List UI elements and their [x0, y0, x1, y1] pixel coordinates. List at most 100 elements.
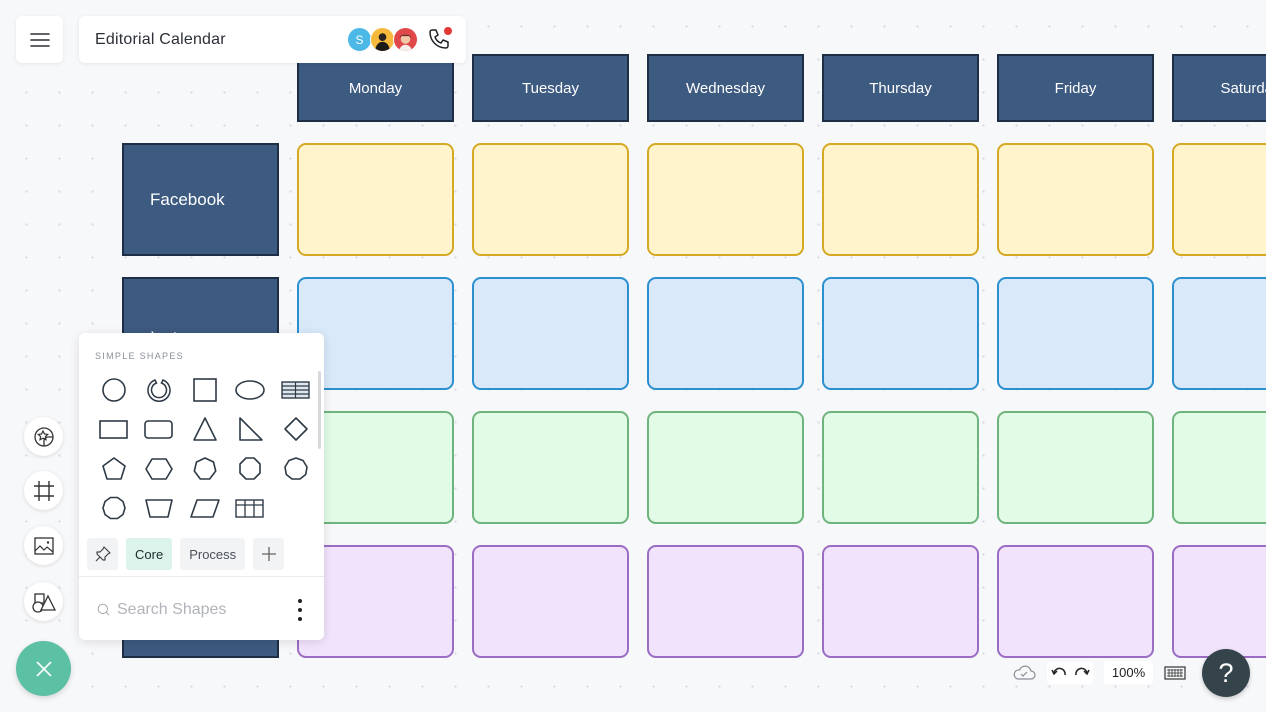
add-library-button[interactable]	[253, 538, 285, 570]
shape-pentagon[interactable]	[91, 449, 137, 489]
calendar-cell[interactable]	[1172, 143, 1266, 256]
pin-library-button[interactable]	[87, 538, 118, 570]
shape-triangle[interactable]	[182, 410, 228, 450]
shape-rounded-rectangle[interactable]	[137, 410, 183, 450]
day-label: Monday	[348, 79, 403, 97]
calendar-cell[interactable]	[472, 277, 629, 390]
avatar[interactable]: S	[347, 27, 372, 52]
search-shapes-input[interactable]	[117, 601, 247, 619]
tab-core[interactable]: Core	[126, 538, 173, 570]
shape-octagon[interactable]	[228, 449, 274, 489]
day-label: Tuesday	[522, 79, 579, 97]
document-title[interactable]: Editorial Calendar	[95, 31, 226, 49]
calendar-cell[interactable]	[297, 143, 454, 256]
search-shapes	[97, 596, 247, 624]
shape-circle[interactable]	[91, 370, 137, 410]
calendar-cell[interactable]	[822, 545, 979, 658]
day-header-monday[interactable]: Monday	[297, 54, 454, 122]
calendar-cell[interactable]	[472, 411, 629, 524]
shape-hexagon[interactable]	[137, 449, 183, 489]
document-title-bar: Editorial Calendar S	[79, 16, 466, 63]
shape-square[interactable]	[182, 370, 228, 410]
redo-icon[interactable]	[1074, 666, 1090, 680]
close-icon	[35, 660, 52, 677]
day-label: Wednesday	[686, 79, 765, 97]
search-icon	[97, 603, 110, 616]
row-label-text: Facebook	[150, 189, 225, 209]
plus-icon	[261, 547, 276, 561]
calendar-cell[interactable]	[647, 277, 804, 390]
stickers-button[interactable]	[24, 417, 63, 456]
calendar-cell[interactable]	[822, 411, 979, 524]
day-header-friday[interactable]: Friday	[997, 54, 1154, 122]
day-label: Thursday	[869, 79, 932, 97]
calendar-cell[interactable]	[1172, 411, 1266, 524]
frame-icon	[33, 480, 54, 501]
avatar-initial: S	[355, 32, 364, 47]
shape-rectangle[interactable]	[91, 410, 137, 450]
shape-grid	[91, 370, 317, 528]
day-header-thursday[interactable]: Thursday	[822, 54, 979, 122]
sticker-icon	[33, 426, 54, 447]
calendar-cell[interactable]	[822, 143, 979, 256]
shape-table[interactable]	[273, 370, 319, 410]
shape-grid-table[interactable]	[228, 489, 274, 529]
keyboard-shortcuts-button[interactable]	[1164, 666, 1186, 685]
undo-redo-group	[1047, 662, 1093, 684]
day-header-wednesday[interactable]: Wednesday	[647, 54, 804, 122]
shape-donut[interactable]	[137, 370, 183, 410]
help-button[interactable]: ?	[1202, 649, 1250, 697]
shape-nonagon[interactable]	[273, 449, 319, 489]
collaborator-avatars: S	[347, 27, 418, 52]
calendar-cell[interactable]	[472, 545, 629, 658]
day-label: Saturday	[1220, 79, 1266, 97]
pin-icon	[95, 546, 111, 562]
user-photo-icon	[374, 32, 391, 51]
kebab-dot	[298, 608, 302, 612]
shape-decagon[interactable]	[91, 489, 137, 529]
hamburger-icon	[29, 32, 50, 47]
shape-heptagon[interactable]	[182, 449, 228, 489]
day-header-saturday[interactable]: Saturday	[1172, 54, 1266, 122]
calendar-cell[interactable]	[472, 143, 629, 256]
shapes-button[interactable]	[24, 582, 63, 621]
calendar-cell[interactable]	[997, 143, 1154, 256]
calendar-cell[interactable]	[647, 143, 804, 256]
avatar[interactable]	[370, 27, 395, 52]
menu-button[interactable]	[16, 16, 63, 63]
shape-library-panel: SIMPLE SHAPES Core Process	[79, 333, 324, 640]
close-panel-button[interactable]	[16, 641, 71, 696]
panel-scrollbar[interactable]	[318, 371, 321, 449]
frame-button[interactable]	[24, 471, 63, 510]
user-photo-icon	[398, 33, 413, 51]
panel-more-options-button[interactable]	[293, 599, 307, 621]
panel-heading: SIMPLE SHAPES	[95, 351, 184, 361]
kebab-dot	[298, 617, 302, 621]
image-button[interactable]	[24, 526, 63, 565]
tab-process[interactable]: Process	[180, 538, 246, 570]
calendar-cell[interactable]	[997, 277, 1154, 390]
avatar[interactable]	[393, 27, 418, 52]
kebab-dot	[298, 599, 302, 603]
row-label-facebook[interactable]: Facebook	[122, 143, 279, 256]
shape-trapezoid[interactable]	[137, 489, 183, 529]
shape-parallelogram[interactable]	[182, 489, 228, 529]
undo-icon[interactable]	[1050, 666, 1067, 680]
day-header-tuesday[interactable]: Tuesday	[472, 54, 629, 122]
calendar-cell[interactable]	[647, 411, 804, 524]
shape-ellipse[interactable]	[228, 370, 274, 410]
shape-diamond[interactable]	[273, 410, 319, 450]
keyboard-icon	[1164, 666, 1186, 680]
calendar-cell[interactable]	[647, 545, 804, 658]
calendar-cell[interactable]	[997, 545, 1154, 658]
panel-divider	[79, 576, 324, 577]
calendar-cell[interactable]	[1172, 277, 1266, 390]
call-button[interactable]	[427, 27, 452, 51]
zoom-level-button[interactable]: 100%	[1104, 661, 1153, 684]
calendar-cell[interactable]	[997, 411, 1154, 524]
calendar-cell[interactable]	[822, 277, 979, 390]
calendar-cell[interactable]	[1172, 545, 1266, 658]
save-status-button[interactable]	[1012, 662, 1036, 687]
shape-right-triangle[interactable]	[228, 410, 274, 450]
library-tabs: Core Process	[87, 538, 285, 570]
